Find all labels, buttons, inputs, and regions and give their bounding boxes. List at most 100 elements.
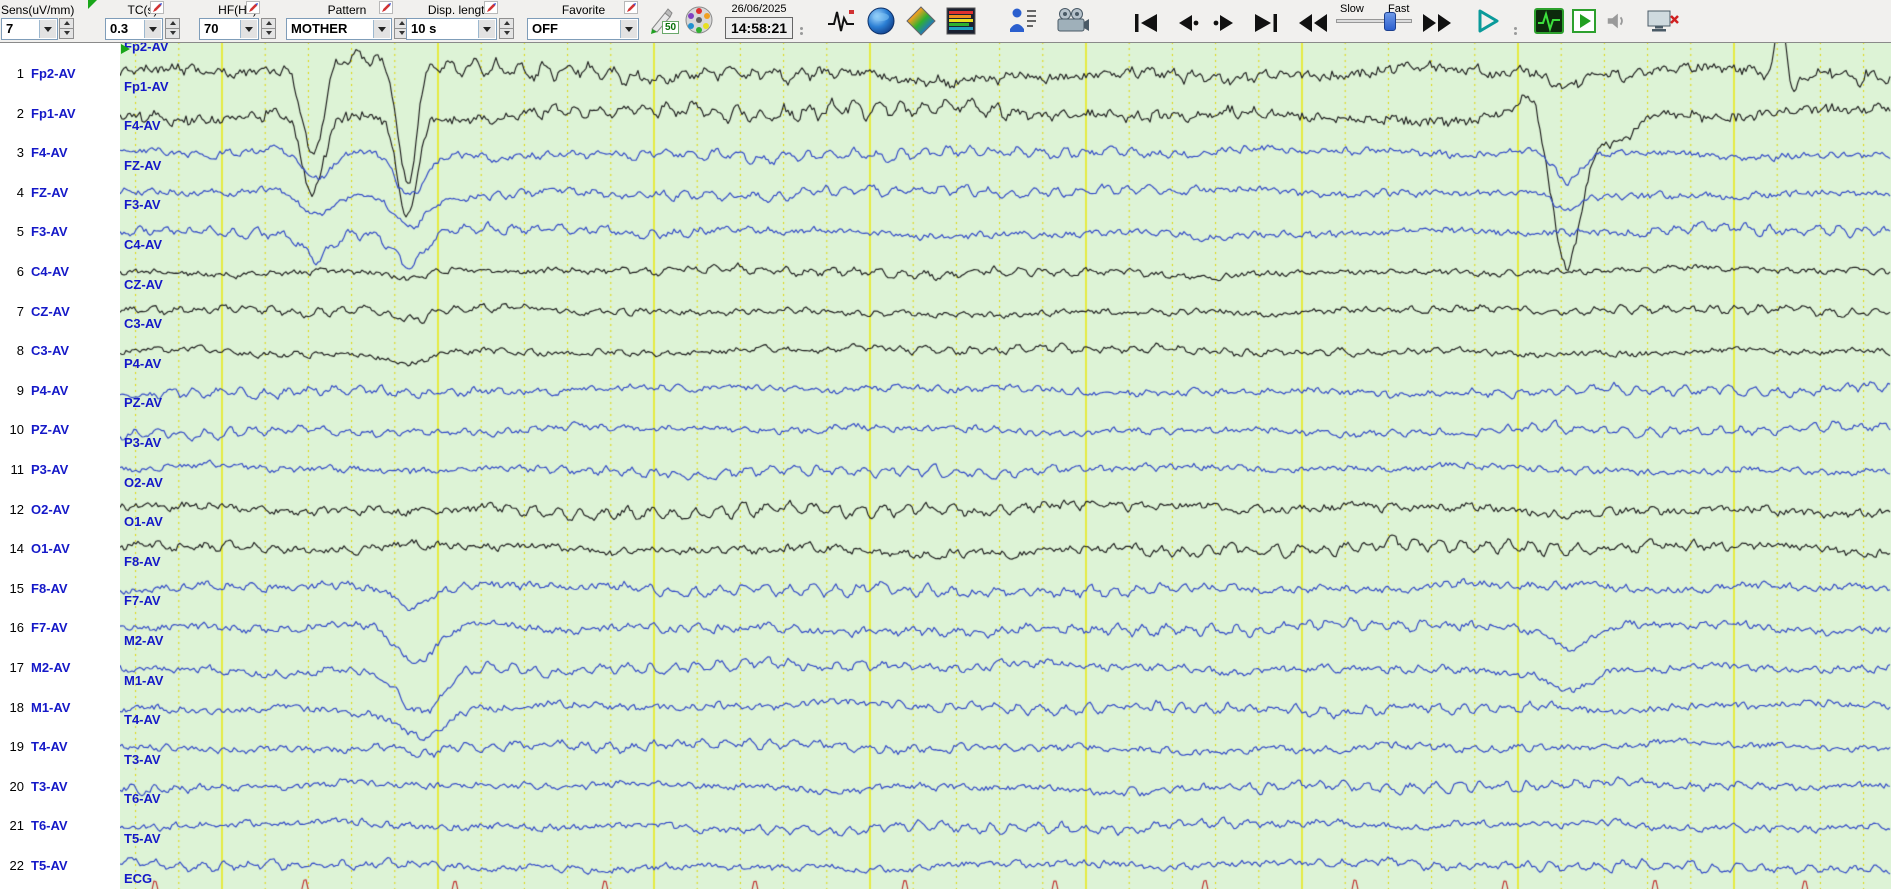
trace-label-C3-AV[interactable]: C3-AV bbox=[124, 316, 162, 331]
trace-label-F3-AV[interactable]: F3-AV bbox=[124, 197, 161, 212]
step-back-button[interactable] bbox=[1169, 7, 1203, 39]
pattern-value: MOTHER bbox=[291, 21, 348, 36]
notch-filter-badge[interactable]: 50 bbox=[662, 21, 680, 34]
trace-label-Fp1-AV[interactable]: Fp1-AV bbox=[124, 79, 169, 94]
trace-label-T3-AV[interactable]: T3-AV bbox=[124, 752, 161, 767]
channel-row: 18 M1-AV bbox=[0, 699, 120, 717]
channel-number: 18 bbox=[9, 699, 24, 715]
spin-down-icon[interactable] bbox=[499, 28, 514, 39]
toolbar-grip[interactable] bbox=[800, 27, 803, 30]
network-button[interactable] bbox=[1645, 6, 1681, 38]
play-button[interactable] bbox=[1470, 5, 1504, 37]
hf-dropdown[interactable]: 70 bbox=[199, 18, 259, 40]
trace-label-M1-AV[interactable]: M1-AV bbox=[124, 673, 163, 688]
disp-length-field-group: Disp. length 10 s bbox=[406, 0, 514, 42]
hf-edit-pencil-icon[interactable] bbox=[246, 1, 260, 14]
speed-slider-handle[interactable] bbox=[1384, 12, 1396, 31]
disp-length-dropdown[interactable]: 10 s bbox=[406, 18, 497, 40]
trace-label-F8-AV[interactable]: F8-AV bbox=[124, 554, 161, 569]
trace-label-C4-AV[interactable]: C4-AV bbox=[124, 237, 162, 252]
skip-to-start-button[interactable] bbox=[1129, 7, 1163, 39]
channel-number: 16 bbox=[9, 620, 24, 636]
trace-label-O1-AV[interactable]: O1-AV bbox=[124, 514, 163, 529]
spin-down-icon[interactable] bbox=[165, 28, 180, 39]
chevron-down-icon[interactable] bbox=[373, 20, 390, 38]
chevron-down-icon[interactable] bbox=[478, 20, 495, 38]
electrode-map-button[interactable] bbox=[682, 4, 716, 36]
waveform-display-button[interactable] bbox=[824, 5, 858, 37]
chevron-down-icon[interactable] bbox=[620, 20, 637, 38]
channel-label[interactable]: F7-AV bbox=[31, 619, 68, 637]
trace-label-CZ-AV[interactable]: CZ-AV bbox=[124, 277, 163, 292]
brain-map-button[interactable] bbox=[864, 5, 898, 37]
channel-row: 8 C3-AV bbox=[0, 342, 120, 360]
patient-info-button[interactable] bbox=[1006, 4, 1040, 36]
video-button[interactable] bbox=[1054, 5, 1092, 37]
channel-label[interactable]: O2-AV bbox=[31, 501, 70, 519]
channel-label[interactable]: C4-AV bbox=[31, 263, 69, 281]
channel-label[interactable]: M2-AV bbox=[31, 659, 70, 677]
trace-label-F7-AV[interactable]: F7-AV bbox=[124, 593, 161, 608]
channel-label[interactable]: F4-AV bbox=[31, 144, 68, 162]
auto-play-button[interactable] bbox=[1571, 8, 1597, 34]
tc-spinner[interactable] bbox=[165, 18, 180, 40]
step-forward-button[interactable] bbox=[1209, 7, 1243, 39]
channel-label[interactable]: T5-AV bbox=[31, 857, 68, 875]
trace-label-Fp2-AV[interactable]: Fp2-AV bbox=[124, 42, 169, 54]
trace-label-P3-AV[interactable]: P3-AV bbox=[124, 435, 161, 450]
disp-length-edit-pencil-icon[interactable] bbox=[484, 1, 498, 14]
speaker-button[interactable] bbox=[1604, 9, 1628, 33]
trace-label-PZ-AV[interactable]: PZ-AV bbox=[124, 395, 162, 410]
channel-label[interactable]: CZ-AV bbox=[31, 303, 70, 321]
tc-edit-pencil-icon[interactable] bbox=[150, 1, 164, 14]
sens-spinner[interactable] bbox=[59, 18, 74, 40]
chevron-down-icon[interactable] bbox=[39, 20, 56, 38]
channel-label[interactable]: O1-AV bbox=[31, 540, 70, 558]
channel-label[interactable]: P3-AV bbox=[31, 461, 68, 479]
channel-label[interactable]: F3-AV bbox=[31, 223, 68, 241]
rewind-button[interactable] bbox=[1296, 7, 1330, 39]
channel-label[interactable]: M1-AV bbox=[31, 699, 70, 717]
channel-label[interactable]: FZ-AV bbox=[31, 184, 68, 202]
waveform-monitor-button[interactable] bbox=[1532, 6, 1566, 38]
channel-label[interactable]: F8-AV bbox=[31, 580, 68, 598]
trace-label-M2-AV[interactable]: M2-AV bbox=[124, 633, 163, 648]
trace-label-F4-AV[interactable]: F4-AV bbox=[124, 118, 161, 133]
trace-label-O2-AV[interactable]: O2-AV bbox=[124, 475, 163, 490]
skip-to-end-button[interactable] bbox=[1249, 7, 1283, 39]
pattern-edit-pencil-icon[interactable] bbox=[379, 1, 393, 14]
speed-slider-track[interactable] bbox=[1336, 19, 1412, 23]
trace-label-T6-AV[interactable]: T6-AV bbox=[124, 791, 161, 806]
chevron-down-icon[interactable] bbox=[240, 20, 257, 38]
tc-dropdown[interactable]: 0.3 bbox=[105, 18, 163, 40]
channel-label[interactable]: Fp1-AV bbox=[31, 105, 76, 123]
spectrogram-button[interactable] bbox=[944, 5, 978, 37]
channel-number: 17 bbox=[9, 660, 24, 675]
chevron-down-icon[interactable] bbox=[144, 20, 161, 38]
trace-label-T5-AV[interactable]: T5-AV bbox=[124, 831, 161, 846]
main-toolbar: Sens(uV/mm) 7 TC(s) 0.3 HF(Hz) 70 Patter… bbox=[0, 0, 1891, 43]
color-map-button[interactable] bbox=[904, 5, 938, 37]
sens-dropdown[interactable]: 7 bbox=[1, 18, 58, 40]
channel-label[interactable]: C3-AV bbox=[31, 342, 69, 360]
eeg-trace-canvas[interactable] bbox=[120, 42, 1891, 889]
favorite-dropdown[interactable]: OFF bbox=[527, 18, 639, 40]
channel-label[interactable]: T6-AV bbox=[31, 817, 68, 835]
channel-label[interactable]: P4-AV bbox=[31, 382, 68, 400]
fast-forward-button[interactable] bbox=[1420, 7, 1454, 39]
spin-down-icon[interactable] bbox=[261, 28, 276, 39]
channel-label[interactable]: Fp2-AV bbox=[31, 65, 76, 83]
hf-spinner[interactable] bbox=[261, 18, 276, 40]
pattern-dropdown[interactable]: MOTHER bbox=[286, 18, 392, 40]
favorite-edit-pencil-icon[interactable] bbox=[624, 1, 638, 14]
trace-label-T4-AV[interactable]: T4-AV bbox=[124, 712, 161, 727]
channel-label[interactable]: T3-AV bbox=[31, 778, 68, 796]
channel-label[interactable]: PZ-AV bbox=[31, 421, 69, 439]
trace-label-P4-AV[interactable]: P4-AV bbox=[124, 356, 161, 371]
channel-label[interactable]: T4-AV bbox=[31, 738, 68, 756]
trace-label-ECG[interactable]: ECG bbox=[124, 871, 152, 886]
trace-label-FZ-AV[interactable]: FZ-AV bbox=[124, 158, 161, 173]
spin-down-icon[interactable] bbox=[59, 28, 74, 39]
disp-length-spinner[interactable] bbox=[499, 18, 514, 40]
toolbar-grip[interactable] bbox=[1514, 27, 1517, 30]
